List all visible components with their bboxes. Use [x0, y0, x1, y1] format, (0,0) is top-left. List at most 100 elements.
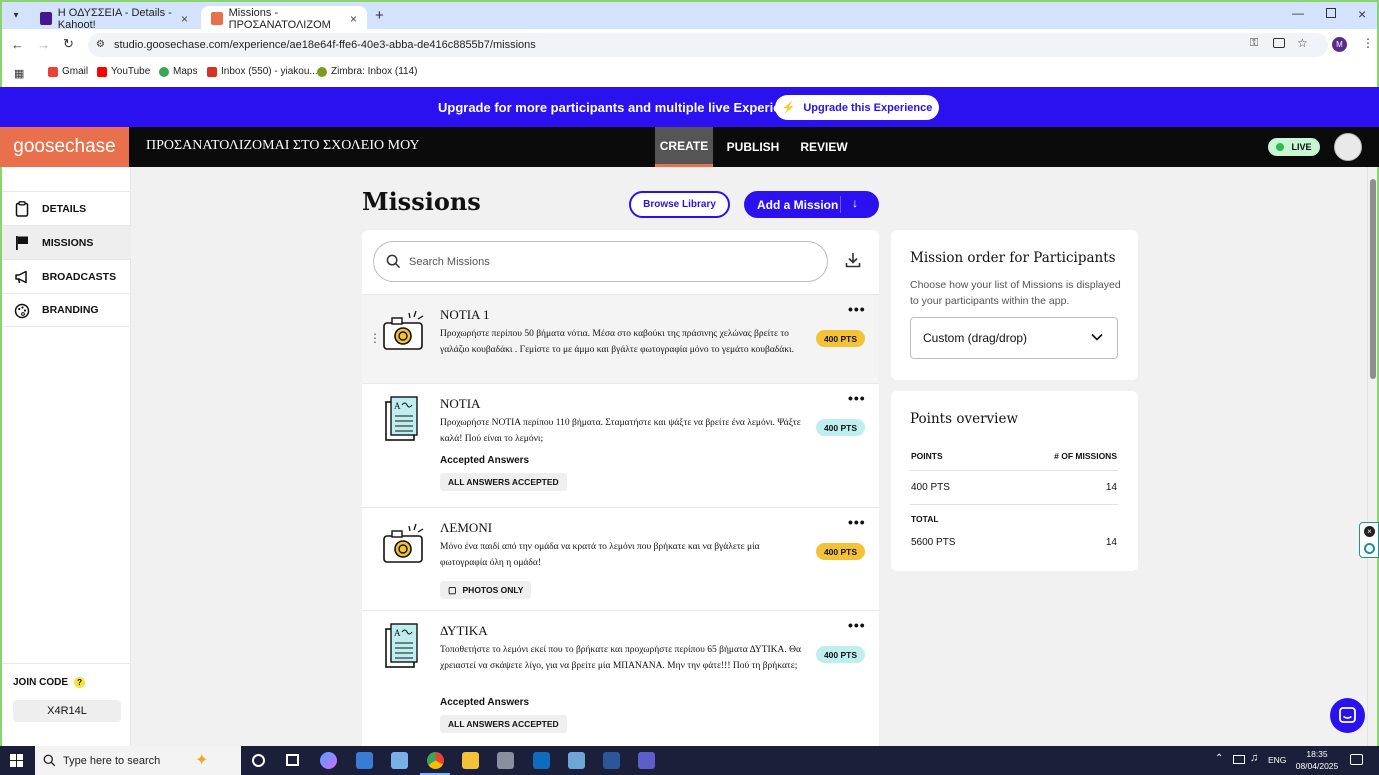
more-options-icon[interactable]: •••: [848, 390, 866, 406]
sidebar-item-label: BROADCASTS: [42, 270, 117, 283]
mission-order-select[interactable]: Custom (drag/drop): [910, 317, 1118, 359]
outlook-icon[interactable]: [533, 752, 550, 769]
site-info-icon[interactable]: ⚙: [96, 39, 105, 50]
upgrade-experience-button[interactable]: ⚡ Upgrade this Experience: [775, 95, 939, 120]
copyright-circle-icon[interactable]: [1364, 543, 1375, 554]
minimize-icon[interactable]: —: [1292, 6, 1304, 20]
close-tab-icon[interactable]: ×: [350, 12, 357, 26]
close-tab-icon[interactable]: ×: [181, 12, 188, 26]
more-options-icon[interactable]: •••: [848, 617, 866, 633]
download-icon[interactable]: [844, 251, 862, 269]
text-answer-icon: A: [385, 396, 418, 441]
word-icon[interactable]: [603, 752, 620, 769]
more-options-icon[interactable]: •••: [848, 301, 866, 317]
tab-publish[interactable]: PUBLISH: [722, 127, 784, 167]
browser-menu-icon[interactable]: ⋮: [1362, 36, 1374, 50]
windows-start-icon[interactable]: [10, 754, 23, 767]
app-icon[interactable]: [356, 752, 373, 769]
teams-icon[interactable]: [638, 752, 655, 769]
bookmark-inbox[interactable]: Inbox (550) - yiakou...: [207, 66, 318, 77]
search-input[interactable]: Search Missions: [373, 241, 828, 282]
points-column-header: POINTS: [911, 451, 943, 461]
mission-description: Προχωρήστε περίπου 50 βήματα νότια. Μέσα…: [440, 329, 794, 355]
task-view-icon[interactable]: [286, 754, 299, 766]
join-code-value[interactable]: X4R14L: [13, 700, 121, 722]
kahoot-icon: [40, 12, 52, 25]
mission-card[interactable]: A ΝΟΤΙΑ Προχωρήστε ΝΟΤΙΑ περίπου 110 βήμ…: [362, 383, 879, 507]
password-key-icon[interactable]: ⚿: [1250, 37, 1258, 50]
task-view-circle-icon[interactable]: [252, 754, 265, 767]
app-icon[interactable]: [568, 752, 585, 769]
side-widget[interactable]: ×: [1359, 522, 1379, 558]
browser-tab-strip: ▾ Η ΟΔΥΣΣΕΙΑ - Details - Kahoot! × Missi…: [0, 0, 1379, 31]
bookmark-gmail[interactable]: Gmail: [48, 66, 88, 77]
tab-create[interactable]: CREATE: [655, 127, 713, 167]
maximize-icon[interactable]: [1326, 8, 1336, 18]
more-options-icon[interactable]: •••: [848, 514, 866, 530]
browser-tab-kahoot[interactable]: Η ΟΔΥΣΣΕΙΑ - Details - Kahoot! ×: [30, 6, 198, 31]
copilot-icon[interactable]: [320, 752, 337, 769]
sidebar-item-branding[interactable]: BRANDING: [2, 293, 131, 327]
bookmark-star-icon[interactable]: ☆: [1297, 36, 1308, 50]
close-circle-icon[interactable]: ×: [1364, 526, 1375, 537]
forward-icon[interactable]: →: [37, 37, 50, 52]
network-icon[interactable]: [1233, 755, 1245, 764]
browser-tab-goosechase[interactable]: Missions - ΠΡΟΣΑΝΑΤΟΛΙΖΟΜ ×: [201, 6, 367, 31]
volume-icon[interactable]: ♫: [1250, 752, 1258, 764]
file-explorer-icon[interactable]: [462, 752, 479, 769]
mission-card[interactable]: ⋮⋮ ΝΟΤΙΑ 1 Προχωρήστε περίπου 50 βήματα …: [362, 294, 879, 383]
new-tab-icon[interactable]: +: [375, 7, 384, 24]
close-window-icon[interactable]: ×: [1358, 6, 1366, 22]
page-scrollbar[interactable]: [1367, 167, 1379, 747]
install-app-icon[interactable]: [1273, 38, 1285, 48]
user-avatar[interactable]: [1334, 133, 1362, 161]
bookmark-zimbra[interactable]: Zimbra: Inbox (114): [317, 66, 418, 77]
maps-icon: [159, 66, 169, 77]
main-content: Missions Browse Library Add a Mission ↓ …: [131, 167, 1367, 747]
apps-grid-icon[interactable]: ▦: [14, 67, 24, 80]
sidebar-item-broadcasts[interactable]: BROADCASTS: [2, 259, 131, 293]
chat-support-button[interactable]: [1330, 698, 1365, 733]
taskbar-search-input[interactable]: Type here to search ✦: [35, 746, 241, 775]
divider: [910, 504, 1118, 505]
chevron-up-icon[interactable]: ⌃: [1215, 753, 1223, 764]
chrome-icon[interactable]: [427, 752, 444, 769]
points-badge: 400 PTS: [816, 543, 865, 560]
app-icon[interactable]: [497, 752, 514, 769]
live-status-badge[interactable]: LIVE: [1268, 138, 1320, 156]
help-icon[interactable]: ?: [74, 677, 86, 688]
mission-card[interactable]: A ΔΥΤΙΚΑ Τοποθετήστε το λεμόνι εκεί που …: [362, 610, 879, 747]
bookmark-youtube[interactable]: YouTube: [97, 66, 150, 77]
divider: [910, 470, 1118, 471]
scroll-thumb[interactable]: [1370, 179, 1376, 379]
answers-tag: ALL ANSWERS ACCEPTED: [440, 715, 567, 733]
points-overview-title: Points overview: [910, 411, 1019, 427]
flag-icon: [14, 235, 30, 251]
notifications-icon[interactable]: [1350, 754, 1363, 765]
gmail-icon: [48, 66, 58, 77]
back-icon[interactable]: ←: [11, 37, 24, 52]
tab-review[interactable]: REVIEW: [795, 127, 853, 167]
sidebar-item-details[interactable]: DETAILS: [2, 191, 131, 225]
add-mission-button[interactable]: Add a Mission ↓: [744, 191, 879, 218]
clock-time: 18:35: [1306, 749, 1328, 759]
url-field[interactable]: ⚙ studio.goosechase.com/experience/ae18e…: [88, 33, 1328, 57]
goosechase-logo[interactable]: goosechase: [0, 127, 129, 167]
profile-avatar[interactable]: M: [1332, 37, 1347, 52]
tab-list-dropdown-icon[interactable]: ▾: [8, 8, 24, 24]
search-icon: [386, 254, 401, 269]
arrow-down-icon[interactable]: ↓: [852, 196, 858, 210]
bookmark-maps[interactable]: Maps: [159, 66, 197, 77]
browse-library-button[interactable]: Browse Library: [629, 191, 730, 218]
taskbar-clock[interactable]: 18:35 08/04/2025: [1292, 748, 1342, 772]
total-points: 5600 PTS: [911, 537, 956, 548]
search-placeholder: Search Missions: [409, 255, 490, 268]
reload-icon[interactable]: ↻: [63, 36, 74, 52]
language-indicator[interactable]: ENG: [1268, 755, 1286, 765]
app-icon[interactable]: [391, 752, 408, 769]
video-camera-icon: ▢: [448, 584, 457, 595]
mission-title: ΝΟΤΙΑ: [440, 396, 481, 411]
sidebar-item-missions[interactable]: MISSIONS: [2, 225, 131, 259]
zimbra-icon: [317, 66, 327, 77]
mission-card[interactable]: ΛΕΜΟΝΙ Μόνο ένα παιδί από την ομάδα να κ…: [362, 507, 879, 610]
